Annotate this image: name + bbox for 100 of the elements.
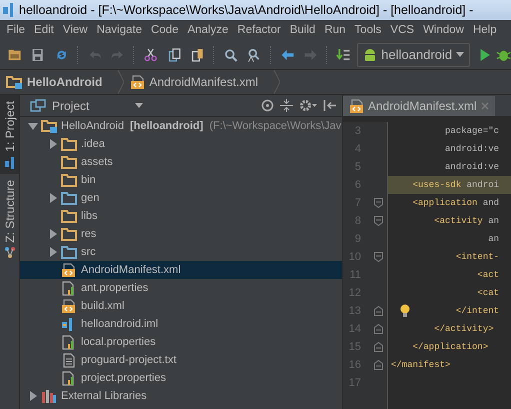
tree-row[interactable]: local.properties — [20, 333, 342, 351]
tree-item-label: proguard-project.txt — [81, 354, 176, 366]
collapse-arrow-icon[interactable] — [28, 121, 38, 131]
project-path: (F:\~Workspace\Works\Jav — [209, 120, 342, 132]
tree-row[interactable]: HelloAndroid [helloandroid] (F:\~Workspace\Works\Jav — [20, 117, 342, 135]
fold-marker-icon[interactable] — [374, 252, 383, 262]
side-tab[interactable]: 1: Project — [0, 95, 19, 174]
menu-item[interactable]: VCS — [386, 24, 419, 36]
run-configuration-dropdown[interactable]: helloandroid — [357, 42, 470, 66]
tree-item-label: .idea — [81, 138, 105, 150]
tree-row[interactable]: gen — [20, 189, 342, 207]
fold-marker-icon[interactable] — [374, 198, 383, 208]
menu-item[interactable]: Build — [285, 24, 320, 36]
android-icon — [363, 48, 378, 62]
xml-file-icon — [61, 262, 76, 278]
tree-row[interactable]: build.xml — [20, 297, 342, 315]
menu-item[interactable]: File — [2, 24, 30, 36]
fold-marker-icon[interactable] — [374, 324, 383, 334]
menu-item[interactable]: View — [58, 24, 92, 36]
collapse-all-icon[interactable] — [280, 99, 293, 112]
code-line: android:ve — [445, 162, 500, 172]
editor-tab[interactable]: AndroidManifest.xml — [343, 96, 495, 116]
tree-row[interactable]: .idea — [20, 135, 342, 153]
settings-icon[interactable] — [299, 99, 317, 112]
fold-marker-icon[interactable] — [374, 306, 383, 316]
project-view-icon — [30, 98, 46, 112]
structure-icon — [4, 246, 16, 258]
hide-panel-icon[interactable] — [323, 99, 336, 112]
code-line: <act — [477, 270, 500, 280]
expand-arrow-icon[interactable] — [48, 229, 58, 239]
code-line: package="c — [445, 126, 500, 136]
tree-item-label: src — [81, 246, 96, 258]
breadcrumb-separator-icon — [118, 70, 124, 94]
tree-row[interactable]: External Libraries — [20, 387, 342, 405]
menu-item[interactable]: Window — [418, 24, 468, 36]
library-icon — [41, 388, 57, 404]
folder-icon — [61, 155, 77, 169]
xml-file-icon — [349, 98, 364, 114]
folder-icon — [61, 209, 77, 223]
tree-item-label: helloandroid.iml — [81, 318, 158, 330]
tree-row[interactable]: assets — [20, 153, 342, 171]
tree-item-label: local.properties — [81, 336, 156, 348]
menu-item[interactable]: Run — [320, 24, 350, 36]
side-tab[interactable]: Z: Structure — [0, 174, 19, 262]
properties-file-icon — [61, 370, 76, 386]
code-line: <intent- — [456, 252, 500, 262]
expand-arrow-icon[interactable] — [48, 247, 58, 257]
panel-title[interactable]: Project — [52, 98, 90, 112]
menu-item[interactable]: Edit — [30, 24, 58, 36]
module-icon — [4, 156, 16, 170]
code-line: </activity> — [434, 324, 494, 334]
menu-item[interactable]: Analyze — [182, 24, 233, 36]
menu-item[interactable]: Help — [468, 24, 502, 36]
breadcrumb-item[interactable]: HelloAndroid — [27, 75, 102, 89]
tree-row[interactable]: src — [20, 243, 342, 261]
breadcrumb-separator-icon — [274, 70, 280, 94]
tree-item-label: gen — [81, 192, 100, 204]
tree-row[interactable]: ant.properties — [20, 279, 342, 297]
properties-file-icon — [61, 280, 76, 296]
tree-item-label: assets — [81, 156, 113, 168]
menu-item[interactable]: Refactor — [232, 24, 286, 36]
tree-row[interactable]: AndroidManifest.xml — [20, 261, 342, 279]
tree-item-label: res — [81, 228, 96, 240]
fold-marker-icon[interactable] — [374, 216, 383, 226]
code-line: </application> — [412, 342, 488, 352]
project-name: HelloAndroid — [61, 120, 124, 132]
folder-icon — [61, 245, 77, 259]
fold-marker-icon[interactable] — [374, 360, 383, 370]
menu-item[interactable]: Navigate — [92, 24, 146, 36]
code-line: <activity an — [434, 216, 500, 226]
expand-arrow-icon[interactable] — [48, 193, 58, 203]
xml-file-icon — [130, 74, 146, 90]
window-title: helloandroid - [F:\~Workspace\Works\Java\Android\HelloAndroid] - [helloandroid] - — [19, 3, 474, 17]
tree-item-label: project.properties — [81, 372, 166, 384]
expand-arrow-icon[interactable] — [28, 391, 38, 401]
xml-file-icon — [61, 298, 76, 314]
code-line: android:ve — [445, 144, 500, 154]
tree-row[interactable]: proguard-project.txt — [20, 351, 342, 369]
folder-icon — [41, 118, 58, 134]
code-line: an — [488, 234, 500, 244]
tree-row[interactable]: bin — [20, 171, 342, 189]
menu-item[interactable]: Tools — [350, 24, 386, 36]
tree-item-label: AndroidManifest.xml — [81, 264, 181, 276]
lightbulb-icon[interactable] — [400, 304, 410, 318]
tree-row[interactable]: project.properties — [20, 369, 342, 387]
fold-marker-icon[interactable] — [374, 342, 383, 352]
menu-item[interactable]: Code — [146, 24, 183, 36]
tree-row[interactable]: helloandroid.iml — [20, 315, 342, 333]
code-line: <application and — [412, 198, 500, 208]
module-name: [helloandroid] — [130, 120, 204, 132]
target-icon[interactable] — [261, 99, 274, 112]
folder-icon — [61, 227, 77, 241]
tree-row[interactable]: libs — [20, 207, 342, 225]
expand-arrow-icon[interactable] — [48, 139, 58, 149]
caret-icon[interactable] — [135, 102, 144, 108]
code-line: </intent — [456, 306, 500, 316]
code-line: <uses-sdk androi — [412, 180, 500, 190]
tree-row[interactable]: res — [20, 225, 342, 243]
breadcrumb-item[interactable]: AndroidManifest.xml — [149, 75, 258, 89]
tree-item-label: build.xml — [81, 300, 124, 312]
